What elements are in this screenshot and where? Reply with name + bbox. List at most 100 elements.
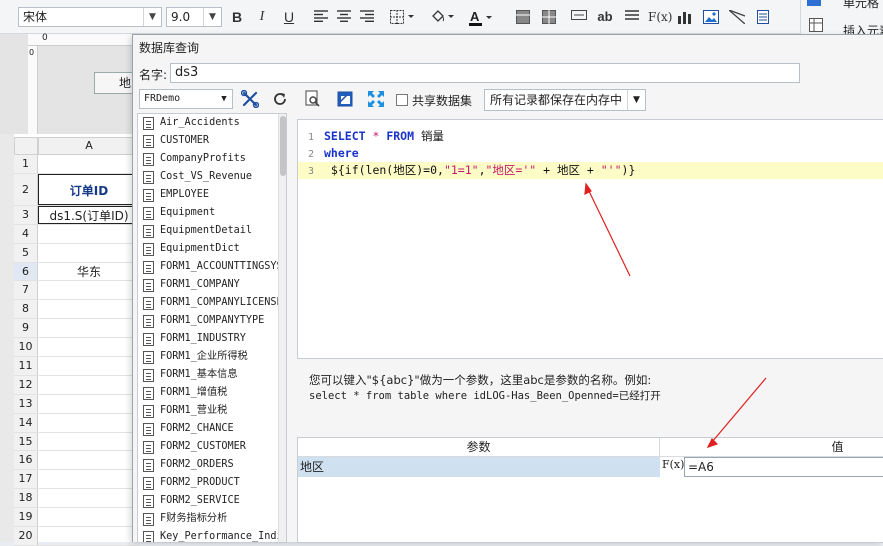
row-number[interactable]: 2 <box>14 173 38 205</box>
sheet-corner[interactable] <box>14 137 38 155</box>
sheet-cell[interactable] <box>38 244 140 262</box>
formula-icon[interactable]: F(x) <box>662 458 684 476</box>
split-cells-icon[interactable] <box>538 6 560 28</box>
bold-button[interactable]: B <box>226 6 248 28</box>
connection-settings-button[interactable] <box>239 88 261 110</box>
row-number[interactable]: 4 <box>14 224 38 243</box>
sheet-cell[interactable] <box>38 376 140 394</box>
list-item[interactable]: EquipmentDict <box>138 240 280 258</box>
table-row[interactable]: 3 ds1.S(订单ID) <box>14 205 140 225</box>
table-row[interactable]: 17 <box>14 470 140 490</box>
table-row[interactable]: 12 <box>14 375 140 395</box>
formula-icon[interactable]: F(x) <box>648 6 672 28</box>
row-number[interactable]: 9 <box>14 319 38 338</box>
sql-line-3[interactable]: 3 ${if(len(地区)=0,"1=1","地区='" + 地区 + "'"… <box>298 162 883 179</box>
textbox-icon[interactable] <box>568 6 590 28</box>
sheet-cell[interactable] <box>38 281 140 299</box>
parameter-value-input[interactable]: =A6 <box>684 457 883 477</box>
list-item[interactable]: F财务指标分析 <box>138 510 280 528</box>
table-list-scrollbar[interactable] <box>278 114 286 542</box>
row-number[interactable]: 18 <box>14 489 38 508</box>
paragraph-icon[interactable] <box>621 6 643 28</box>
sql-editor[interactable]: 1 SELECT * FROM 销量 2 where 3 ${if(len(地区)=… <box>297 119 883 359</box>
align-center-icon[interactable] <box>333 6 355 28</box>
row-number[interactable]: 10 <box>14 338 38 357</box>
list-item[interactable]: FORM1_COMPANYTYPE <box>138 312 280 330</box>
share-dataset-label[interactable]: 共享数据集 <box>412 92 472 109</box>
sheet-cell[interactable] <box>38 300 140 318</box>
column-header-a[interactable]: A <box>38 137 140 155</box>
list-item[interactable]: CUSTOMER <box>138 132 280 150</box>
row-number[interactable]: 17 <box>14 470 38 489</box>
sheet-cell[interactable] <box>38 470 140 488</box>
row-number[interactable]: 19 <box>14 508 38 527</box>
font-name-select[interactable]: 宋体 ▼ <box>18 7 162 27</box>
sheet-cell[interactable] <box>38 155 140 173</box>
table-row[interactable]: 5 <box>14 243 140 263</box>
row-number[interactable]: 6 <box>14 262 38 281</box>
list-item[interactable]: EquipmentDetail <box>138 222 280 240</box>
sub-report-icon[interactable] <box>752 6 774 28</box>
table-row[interactable]: 15 <box>14 432 140 452</box>
panel-tab-icon[interactable] <box>807 0 821 6</box>
table-row[interactable]: 4 <box>14 224 140 244</box>
sheet-cell[interactable] <box>38 357 140 375</box>
list-item[interactable]: Equipment <box>138 204 280 222</box>
table-row[interactable]: 8 <box>14 300 140 320</box>
table-row[interactable]: 6 华东 <box>14 262 140 282</box>
list-item[interactable]: FORM2_CUSTOMER <box>138 438 280 456</box>
parameter-row[interactable]: 地区 F(x) =A6 <box>298 457 883 477</box>
row-number[interactable]: 5 <box>14 243 38 262</box>
list-item[interactable]: FORM1_COMPANYLICENSE <box>138 294 280 312</box>
sheet-cell[interactable] <box>38 433 140 451</box>
row-number[interactable]: 8 <box>14 300 38 319</box>
font-size-select[interactable]: 9.0 ▼ <box>166 7 222 27</box>
table-row[interactable]: 7 <box>14 281 140 301</box>
sql-line-1[interactable]: 1 SELECT * FROM 销量 <box>298 128 883 145</box>
sheet-cell[interactable] <box>38 527 140 545</box>
table-row[interactable]: 18 <box>14 489 140 509</box>
table-row[interactable]: 19 <box>14 508 140 528</box>
share-dataset-checkbox[interactable] <box>396 94 408 106</box>
sheet-cell[interactable] <box>38 508 140 526</box>
row-number[interactable]: 7 <box>14 281 38 300</box>
row-number[interactable]: 16 <box>14 451 38 470</box>
image-icon[interactable] <box>700 6 722 28</box>
table-row[interactable]: 1 <box>14 155 140 174</box>
list-item[interactable]: FORM1_基本信息 <box>138 366 280 384</box>
sheet-cell[interactable]: 订单ID <box>38 173 140 205</box>
table-row[interactable]: 13 <box>14 394 140 414</box>
list-item[interactable]: Key_Performance_Indicators <box>138 528 280 542</box>
cell-panel-label[interactable]: 单元格 <box>843 0 879 11</box>
parameter-name[interactable]: 地区 <box>298 457 660 477</box>
preview-button[interactable] <box>302 88 324 110</box>
sheet-cell[interactable] <box>38 414 140 432</box>
row-number[interactable]: 15 <box>14 432 38 451</box>
row-number[interactable]: 3 <box>14 205 38 224</box>
refresh-button[interactable] <box>269 88 291 110</box>
sheet-cell[interactable] <box>38 489 140 507</box>
sheet-cell[interactable] <box>38 451 140 469</box>
italic-button[interactable]: I <box>251 6 273 28</box>
table-row[interactable]: 16 <box>14 451 140 471</box>
list-item[interactable]: FORM2_ORDERS <box>138 456 280 474</box>
text-icon[interactable]: ab <box>594 6 616 28</box>
list-item[interactable]: FORM1_企业所得税 <box>138 348 280 366</box>
row-number[interactable]: 12 <box>14 375 38 394</box>
font-color-icon[interactable]: A <box>466 6 496 28</box>
maximize-button[interactable] <box>365 88 387 110</box>
list-item[interactable]: Cost_VS_Revenue <box>138 168 280 186</box>
sheet-cell[interactable] <box>38 338 140 356</box>
table-row[interactable]: 11 <box>14 357 140 376</box>
list-item[interactable]: EMPLOYEE <box>138 186 280 204</box>
scrollbar-thumb[interactable] <box>280 116 286 176</box>
table-row[interactable]: 2 订单ID <box>14 173 140 206</box>
fill-color-icon[interactable] <box>428 6 458 28</box>
list-item[interactable]: CompanyProfits <box>138 150 280 168</box>
list-item[interactable]: FORM2_PRODUCT <box>138 474 280 492</box>
diagonal-line-icon[interactable] <box>726 6 748 28</box>
list-item[interactable]: FORM1_INDUSTRY <box>138 330 280 348</box>
align-right-icon[interactable] <box>356 6 378 28</box>
list-item[interactable]: FORM2_CHANCE <box>138 420 280 438</box>
row-number[interactable]: 1 <box>14 155 38 173</box>
